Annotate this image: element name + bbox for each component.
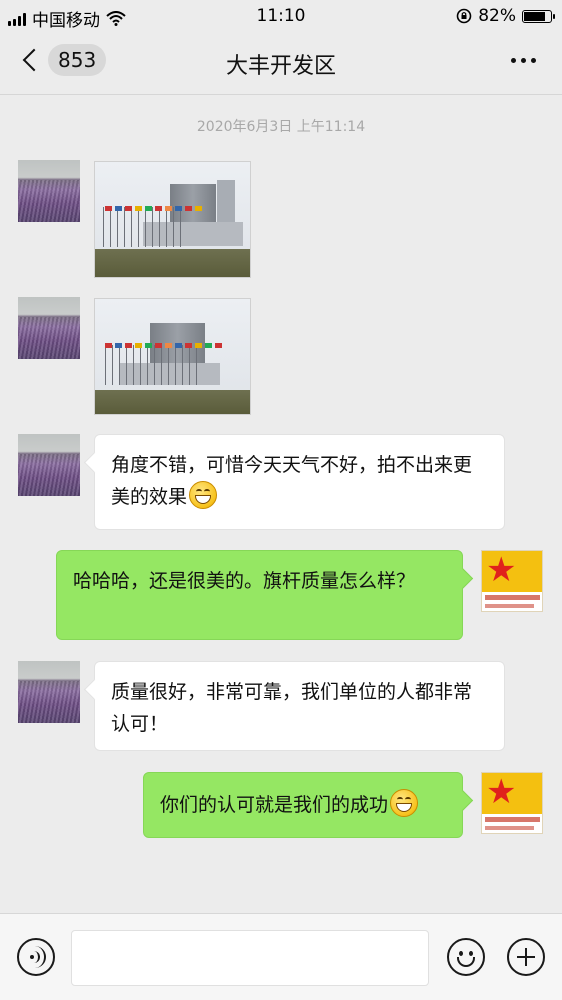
grin-emoji-icon — [390, 789, 419, 817]
voice-icon[interactable] — [17, 938, 55, 976]
unread-count-badge: 853 — [48, 44, 107, 76]
image-message[interactable] — [94, 161, 251, 278]
message-input[interactable] — [71, 930, 429, 986]
chevron-left-icon — [22, 48, 46, 72]
text-message[interactable]: 你们的认可就是我们的成功 — [143, 772, 463, 838]
battery-icon — [522, 9, 555, 23]
emoji-icon[interactable] — [447, 938, 485, 976]
avatar[interactable] — [18, 297, 80, 359]
more-icon[interactable] — [511, 58, 536, 63]
message-text: 质量很好，非常可靠，我们单位的人都非常认可！ — [111, 681, 473, 735]
grin-emoji-icon — [189, 481, 218, 509]
image-message[interactable] — [94, 298, 251, 415]
battery-percent: 82% — [478, 6, 516, 26]
plus-icon[interactable] — [507, 938, 545, 976]
status-bar: 中国移动 11:10 82% — [0, 0, 562, 32]
back-button[interactable]: 853 — [18, 44, 107, 76]
avatar[interactable] — [18, 160, 80, 222]
avatar[interactable]: ★ — [481, 550, 543, 612]
message-text: 角度不错，可惜今天天气不好，拍不出来更美的效果 — [111, 454, 473, 508]
input-bar — [0, 913, 562, 1000]
chat-header: 853 大丰开发区 — [0, 32, 562, 95]
status-right: 82% — [456, 6, 555, 26]
battery-fill — [524, 11, 545, 21]
avatar[interactable]: ★ — [481, 772, 543, 834]
text-message[interactable]: 哈哈哈，还是很美的。旗杆质量怎么样？ — [56, 550, 463, 640]
message-text: 你们的认可就是我们的成功 — [160, 794, 389, 816]
message-text: 哈哈哈，还是很美的。旗杆质量怎么样？ — [73, 570, 416, 592]
text-message[interactable]: 质量很好，非常可靠，我们单位的人都非常认可！ — [94, 661, 505, 751]
text-message[interactable]: 角度不错，可惜今天天气不好，拍不出来更美的效果 — [94, 434, 505, 530]
avatar[interactable] — [18, 661, 80, 723]
avatar[interactable] — [18, 434, 80, 496]
rotation-lock-icon — [456, 8, 472, 24]
message-timestamp: 2020年6月3日 上午11:14 — [196, 119, 366, 135]
